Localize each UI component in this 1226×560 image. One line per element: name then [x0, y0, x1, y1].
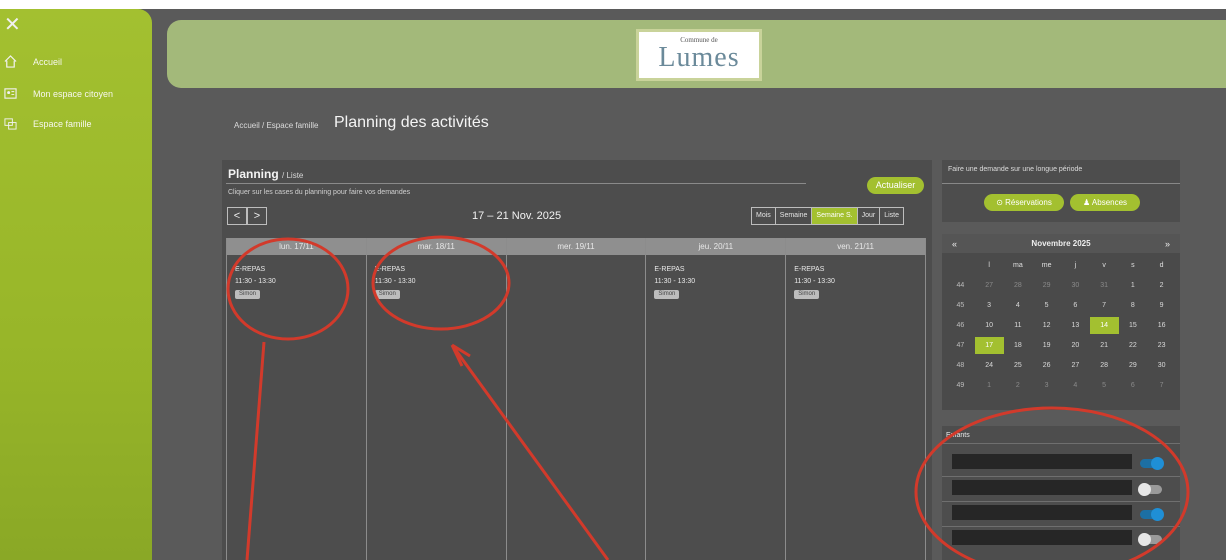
annotation-circle [914, 406, 1190, 560]
annotation-arrow [450, 343, 610, 560]
annotation-circle [226, 237, 350, 341]
annotation-arrow [245, 341, 266, 560]
red-annotations [226, 235, 1190, 560]
annotation-circle [371, 235, 511, 331]
